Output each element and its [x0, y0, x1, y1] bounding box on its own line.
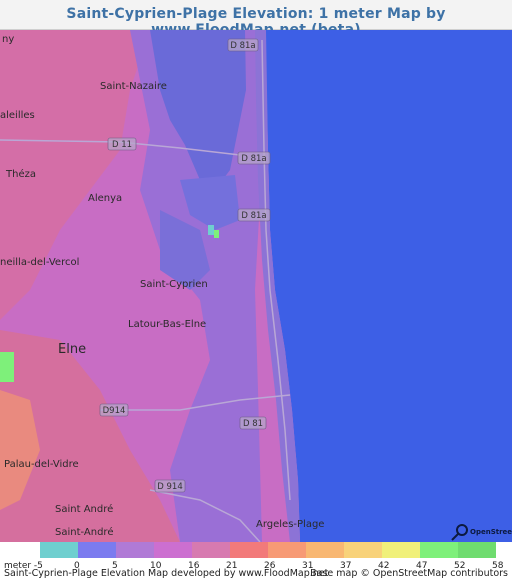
legend-tick-label: 26 [264, 561, 276, 568]
sea [262, 30, 512, 542]
legend-tick-label: 52 [454, 561, 465, 568]
road-badge-d81a-south: D 81a [237, 208, 271, 222]
legend-tick-label: 16 [188, 561, 200, 568]
place-label: Argeles-Plage [256, 519, 324, 530]
road-badge-d11: D 11 [107, 137, 137, 151]
place-label: Elne [58, 342, 86, 357]
legend-tick-label: 37 [340, 561, 351, 568]
road-label: D914 [103, 406, 126, 416]
place-label: neilla-del-Vercol [0, 257, 79, 268]
road-label: D 81a [230, 41, 255, 51]
legend-swatch [344, 542, 382, 558]
legend-swatch [116, 542, 154, 558]
road-label: D 81a [241, 154, 266, 164]
legend-swatch [78, 542, 116, 558]
place-label: aleilles [0, 110, 35, 121]
place-label: Alenya [88, 193, 122, 204]
road-badge-d81a-mid: D 81a [237, 151, 271, 165]
legend-swatch [192, 542, 230, 558]
road-badge-d81: D 81 [239, 416, 267, 430]
legend-swatch [268, 542, 306, 558]
place-label: Latour-Bas-Elne [128, 319, 206, 330]
legend-swatch [40, 542, 78, 558]
place-label: Saint André [55, 503, 113, 515]
legend-tick-label: 5 [112, 561, 118, 568]
green-patch [0, 352, 14, 382]
place-label: Palau-del-Vidre [4, 459, 79, 470]
legend-swatch [382, 542, 420, 558]
legend-swatch [230, 542, 268, 558]
map-viewer: Saint-Cyprien-Plage Elevation: 1 meter M… [0, 0, 512, 582]
cyan-patch [208, 225, 214, 235]
legend-tick-label: 42 [378, 561, 389, 568]
legend-tick-label: 10 [150, 561, 162, 568]
footer-basemap-credit: Base map © OpenStreetMap contributors [310, 568, 508, 579]
legend-unit-label: meter -5 [4, 561, 43, 568]
road-badge-d81a-north: D 81a [227, 38, 259, 52]
svg-text:OpenStreetMap: OpenStreetMap [470, 528, 512, 536]
place-label: Saint-Nazaire [100, 81, 167, 92]
place-label: Théza [5, 168, 36, 180]
legend-tick-label: 21 [226, 561, 237, 568]
footer-credit: Saint-Cyprien-Plage Elevation Map develo… [4, 568, 329, 579]
road-label: D 11 [112, 140, 132, 150]
legend-swatch [306, 542, 344, 558]
road-label: D 81 [243, 419, 263, 429]
legend-scale: meter -5 0 5 10 16 21 26 31 37 42 47 52 58 [4, 542, 504, 568]
place-label: Saint-André [55, 526, 113, 538]
legend-swatch [420, 542, 458, 558]
place-label: Saint-Cyprien [140, 279, 208, 290]
legend-tick-label: 0 [74, 561, 80, 568]
road-badge-d914: D914 [99, 403, 129, 417]
green-patch-small [214, 230, 219, 238]
elevation-map[interactable]: D 81a D 11 D 81a D 81a D914 D 81 D 914 n… [0, 30, 512, 542]
legend-swatch [154, 542, 192, 558]
road-label: D 914 [157, 482, 182, 492]
road-badge-d914-south: D 914 [154, 479, 186, 493]
legend-tick-label: 31 [302, 561, 313, 568]
road-label: D 81a [241, 211, 266, 221]
legend-swatch [458, 542, 496, 558]
legend-tick-label: 58 [492, 561, 504, 568]
place-label: ny [2, 34, 14, 45]
legend-tick-label: 47 [416, 561, 427, 568]
title-bar: Saint-Cyprien-Plage Elevation: 1 meter M… [0, 0, 512, 38]
